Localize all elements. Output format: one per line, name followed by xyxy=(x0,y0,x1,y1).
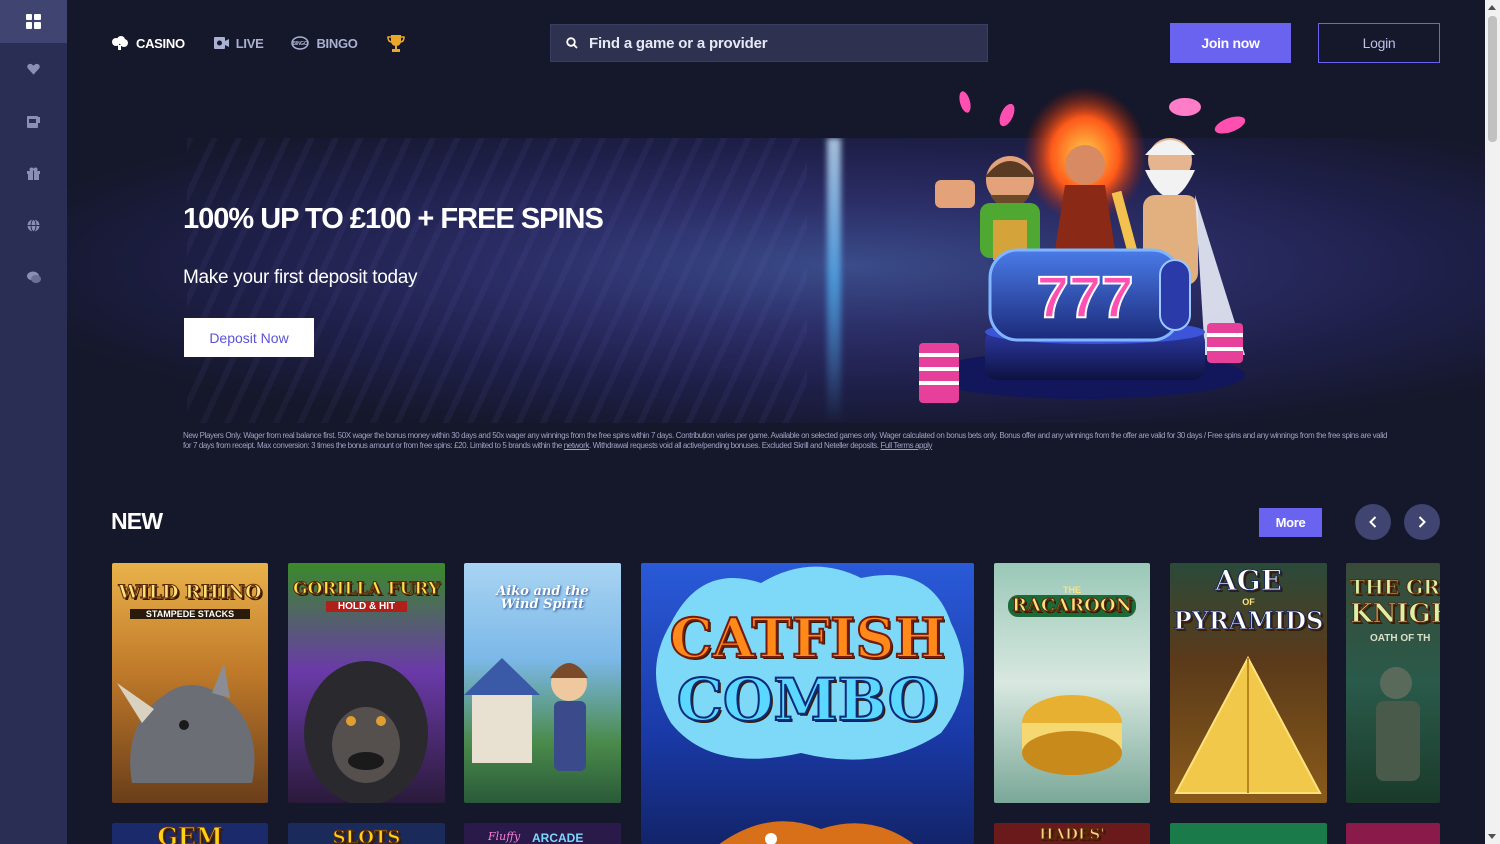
game-subtitle: OATH OF TH xyxy=(1370,633,1431,644)
game-title: ARCADE xyxy=(532,831,584,844)
section-title-new: NEW xyxy=(111,508,163,534)
game-tile-great-knight[interactable]: THE GRE KNIGH OATH OF TH xyxy=(1346,563,1440,803)
game-title: GEM xyxy=(157,823,223,844)
game-title-line2: KNIGH xyxy=(1350,599,1441,629)
banner-subtitle: Make your first deposit today xyxy=(183,267,418,288)
network-link[interactable]: network xyxy=(564,441,590,450)
search-input[interactable]: Find a game or a provider xyxy=(589,35,768,52)
full-terms-link[interactable]: Full Terms apply xyxy=(880,441,932,450)
svg-text:BINGO: BINGO xyxy=(293,41,308,47)
sidebar-item-favourites[interactable] xyxy=(0,43,67,95)
gift-icon xyxy=(27,167,40,180)
sidebar xyxy=(0,0,67,844)
chip xyxy=(999,103,1015,127)
game-tile-gem[interactable]: GEM xyxy=(112,823,268,844)
sidebar-item-promotions[interactable] xyxy=(0,147,67,199)
login-button[interactable]: Login xyxy=(1318,23,1440,63)
chip xyxy=(1169,98,1201,116)
game-title: RACAROON xyxy=(1008,595,1136,617)
game-tile-fluffy-arcade[interactable]: Fluffy ARCADE xyxy=(464,823,621,844)
game-subtitle: HOLD & HIT xyxy=(326,601,407,612)
aiko-art xyxy=(464,658,588,771)
slot-machine-icon xyxy=(27,116,40,128)
banner-title: 100% UP TO £100 + FREE SPINS xyxy=(183,203,604,235)
game-tile-gorilla-fury[interactable]: GORILLA FURY HOLD & HIT xyxy=(288,563,445,803)
page-scrollbar[interactable] xyxy=(1485,0,1500,844)
heart-icon xyxy=(27,63,40,75)
game-tile-catfish-combo[interactable]: CATFISH COMBO xyxy=(641,563,974,844)
nav-bingo-label: BINGO xyxy=(316,35,358,51)
game-title: AGE xyxy=(1215,564,1283,597)
game-title: HADES' xyxy=(1039,825,1106,843)
game-subtitle: STAMPEDE STACKS xyxy=(130,609,250,619)
trophy-icon xyxy=(386,35,405,52)
terms-body-2: . Withdrawal requests void all active/pe… xyxy=(588,441,881,450)
sidebar-item-home[interactable] xyxy=(0,0,67,43)
promo-banner: 100% UP TO £100 + FREE SPINS Make your f… xyxy=(67,138,1485,423)
chevron-right-icon xyxy=(1418,516,1426,528)
nav-casino-label: CASINO xyxy=(136,35,185,51)
search-icon xyxy=(566,37,578,49)
chip xyxy=(959,91,971,113)
game-subtitle: THE xyxy=(1063,585,1081,595)
live-dealer-icon xyxy=(213,37,229,49)
banner-illustration: 777 xyxy=(905,85,1265,405)
sidebar-item-language[interactable] xyxy=(0,199,67,251)
game-tile-fishing[interactable] xyxy=(1170,823,1327,844)
scroll-thumb[interactable] xyxy=(1488,16,1497,142)
chip-stack xyxy=(919,343,959,403)
game-tile-racaroon[interactable]: THE RACAROON xyxy=(994,563,1150,803)
game-tile-hades[interactable]: HADES' xyxy=(994,823,1150,844)
nav-bingo[interactable]: BINGO BINGO xyxy=(291,35,358,51)
nav-casino[interactable]: CASINO xyxy=(111,36,185,51)
gorilla-art xyxy=(304,661,428,803)
nav-live-label: LIVE xyxy=(235,35,264,51)
game-title-line2: PYRAMIDS xyxy=(1173,606,1324,635)
top-nav: CASINO LIVE BINGO BINGO Find a game or a… xyxy=(67,0,1485,85)
scroll-down-arrow[interactable] xyxy=(1488,834,1496,839)
chat-icon xyxy=(26,271,41,283)
game-tile-slots[interactable]: SLOTS xyxy=(288,823,445,844)
character-head xyxy=(1065,145,1105,185)
game-tile-aiko-wind-spirit[interactable]: Aiko and the Wind Spirit xyxy=(464,563,621,803)
sidebar-item-slots[interactable] xyxy=(0,95,67,147)
nav-live[interactable]: LIVE xyxy=(213,36,264,51)
game-title: Aiko and the Wind Spirit xyxy=(496,584,589,612)
terms-text: New Players Only. Wager from real balanc… xyxy=(183,431,1388,451)
search-bar[interactable]: Find a game or a provider xyxy=(550,24,988,62)
scroll-up-arrow[interactable] xyxy=(1488,5,1496,10)
category-nav: CASINO LIVE BINGO BINGO xyxy=(111,33,406,53)
game-tile-age-of-pyramids[interactable]: AGE OF PYRAMIDS xyxy=(1170,563,1327,803)
chevron-left-icon xyxy=(1369,516,1377,528)
macaron-art xyxy=(1022,695,1122,775)
cards-icon xyxy=(112,36,128,50)
game-subtitle: Fluffy xyxy=(488,830,521,843)
pyramid-art xyxy=(1174,655,1322,794)
chip xyxy=(1214,116,1246,134)
game-title-line2: COMBO xyxy=(676,666,940,734)
game-title: SLOTS xyxy=(332,827,401,844)
rhino-art xyxy=(117,663,255,783)
carousel-next-button[interactable] xyxy=(1404,504,1440,540)
catfish-art xyxy=(719,821,914,844)
more-button[interactable]: More xyxy=(1259,508,1322,537)
game-tile-unknown[interactable] xyxy=(1346,823,1440,844)
slot-digits: 777 xyxy=(1037,265,1134,330)
chip-stack xyxy=(1207,323,1243,363)
game-tile-wild-rhino[interactable]: WILD RHINO STAMPEDE STACKS xyxy=(112,563,268,803)
grid-icon xyxy=(26,14,41,29)
bingo-ball-icon: BINGO xyxy=(291,36,310,50)
join-now-button[interactable]: Join now xyxy=(1170,23,1291,63)
knight-art xyxy=(1376,667,1420,781)
globe-icon xyxy=(27,218,40,232)
deposit-now-button[interactable]: Deposit Now xyxy=(184,318,314,357)
banner-light-beam xyxy=(827,138,841,423)
game-title: WILD RHINO xyxy=(118,581,262,603)
game-title: THE GRE xyxy=(1350,575,1441,599)
game-title: CATFISH xyxy=(669,606,947,670)
carousel-prev-button[interactable] xyxy=(1355,504,1391,540)
sidebar-item-support[interactable] xyxy=(0,251,67,303)
nav-tournaments[interactable] xyxy=(386,33,406,53)
game-title: GORILLA FURY xyxy=(292,579,441,599)
